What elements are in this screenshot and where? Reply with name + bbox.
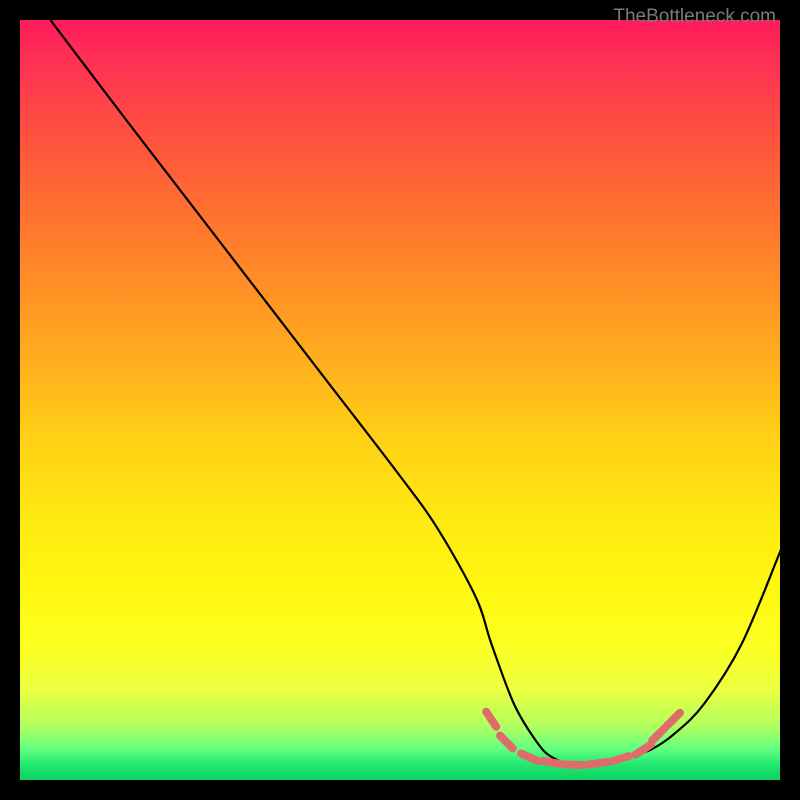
valley-marker bbox=[612, 756, 629, 761]
valley-marker bbox=[589, 762, 607, 764]
valley-marker bbox=[636, 745, 651, 755]
chart-svg bbox=[20, 20, 780, 780]
bottleneck-curve bbox=[50, 20, 780, 766]
chart-area bbox=[20, 20, 780, 780]
valley-marker bbox=[521, 754, 537, 761]
valley-marker bbox=[486, 712, 496, 727]
valley-marker bbox=[543, 761, 561, 764]
valley-marker bbox=[500, 736, 513, 749]
valley-marker bbox=[667, 713, 680, 726]
valley-marker bbox=[652, 728, 665, 741]
watermark-text: TheBottleneck.com bbox=[613, 6, 776, 28]
